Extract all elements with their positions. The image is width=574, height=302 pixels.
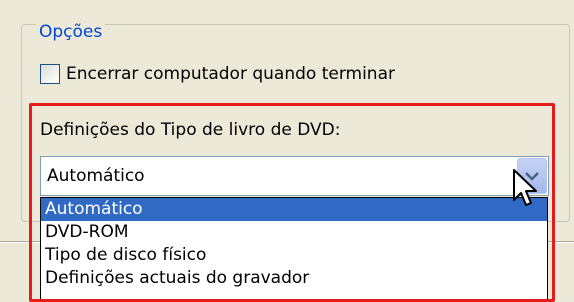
dropdown-option-dvd-rom[interactable]: DVD-ROM	[41, 221, 547, 244]
dropdown-option-current-recorder-settings[interactable]: Definições actuais do gravador	[41, 267, 547, 290]
shutdown-checkbox-label[interactable]: Encerrar computador quando terminar	[66, 64, 395, 84]
shutdown-checkbox-row[interactable]: Encerrar computador quando terminar	[40, 62, 395, 86]
shutdown-checkbox[interactable]	[40, 64, 60, 84]
booktype-dropdown-list[interactable]: Automático DVD-ROM Tipo de disco físico …	[40, 197, 548, 302]
options-group-title: Opções	[36, 21, 106, 43]
booktype-combobox[interactable]: Automático	[40, 156, 549, 196]
booktype-label: Definições do Tipo de livro de DVD:	[40, 120, 341, 140]
booktype-selected-value[interactable]: Automático	[47, 157, 145, 195]
dropdown-option-automatico[interactable]: Automático	[41, 198, 547, 221]
mouse-pointer-icon	[513, 169, 537, 206]
dropdown-option-physical-disc-type[interactable]: Tipo de disco físico	[41, 244, 547, 267]
